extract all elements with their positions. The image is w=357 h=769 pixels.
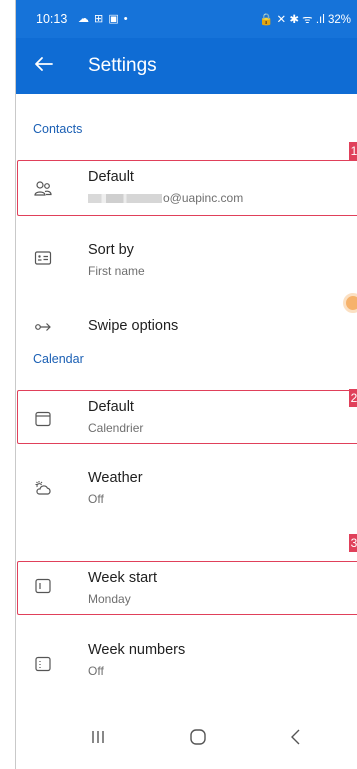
row-label: Sort by: [88, 242, 134, 258]
phone-screen: 10:13 ☁ ⊞ ▣ • 🔒 ✕ ✱ ᯤ .ıl 32% Settings C…: [0, 0, 357, 769]
status-bar: 10:13 ☁ ⊞ ▣ • 🔒 ✕ ✱ ᯤ .ıl 32%: [16, 0, 357, 38]
weather-icon: [35, 481, 51, 495]
status-time: 10:13: [36, 12, 68, 26]
row-label: Weather: [88, 470, 143, 486]
row-label: Week numbers: [88, 642, 186, 658]
row-label: Week start: [88, 570, 158, 586]
contacts-icon: [34, 181, 52, 196]
calendar-icon: [35, 411, 51, 427]
row-label: Swipe options: [88, 318, 179, 334]
home-icon[interactable]: [188, 727, 208, 747]
arrow-left-icon[interactable]: [30, 50, 58, 78]
setting-row-week-numbers[interactable]: Week numbers Off: [16, 634, 357, 694]
redacted-email-prefix: [88, 194, 162, 204]
setting-row-calendar-default[interactable]: Default Calendrier: [16, 390, 357, 450]
row-sublabel: o@uapinc.com: [88, 191, 243, 205]
swipe-arrow-icon: [35, 323, 51, 331]
row-label: Default: [88, 399, 134, 415]
section-header-calendar: Calendar: [33, 352, 84, 366]
setting-row-sort-by[interactable]: Sort by First name: [16, 228, 357, 288]
row-sublabel: First name: [88, 264, 145, 278]
system-status-icons: 🔒 ✕ ✱ ᯤ .ıl 32%: [258, 14, 351, 26]
row-sublabel: Off: [88, 664, 104, 678]
week-start-icon: [35, 578, 51, 594]
setting-row-week-start[interactable]: Week start Monday: [16, 556, 357, 616]
back-icon[interactable]: [286, 727, 306, 747]
row-label: Default: [88, 169, 134, 185]
section-header-contacts: Contacts: [33, 122, 83, 136]
contact-card-icon: [34, 251, 52, 265]
setting-row-contacts-default[interactable]: Default o@uapinc.com: [16, 160, 357, 220]
setting-row-weather[interactable]: Weather Off: [16, 458, 357, 518]
app-bar: Settings: [16, 38, 357, 94]
row-sublabel: Off: [88, 492, 104, 506]
week-numbers-icon: [35, 656, 51, 672]
setting-row-swipe-options[interactable]: Swipe options: [16, 296, 357, 356]
marker-badge-3: 3: [349, 534, 357, 552]
floating-indicator: [343, 293, 357, 313]
row-sublabel: Calendrier: [88, 421, 144, 435]
marker-badge-2: 2: [349, 389, 357, 407]
email-suffix: o@uapinc.com: [163, 191, 244, 205]
notification-icons: ☁ ⊞ ▣ •: [78, 13, 129, 25]
marker-badge-1: 1: [349, 142, 357, 160]
system-nav-bar: [16, 705, 357, 769]
page-title: Settings: [88, 55, 157, 76]
row-sublabel: Monday: [88, 592, 131, 606]
recents-icon[interactable]: [88, 727, 108, 747]
